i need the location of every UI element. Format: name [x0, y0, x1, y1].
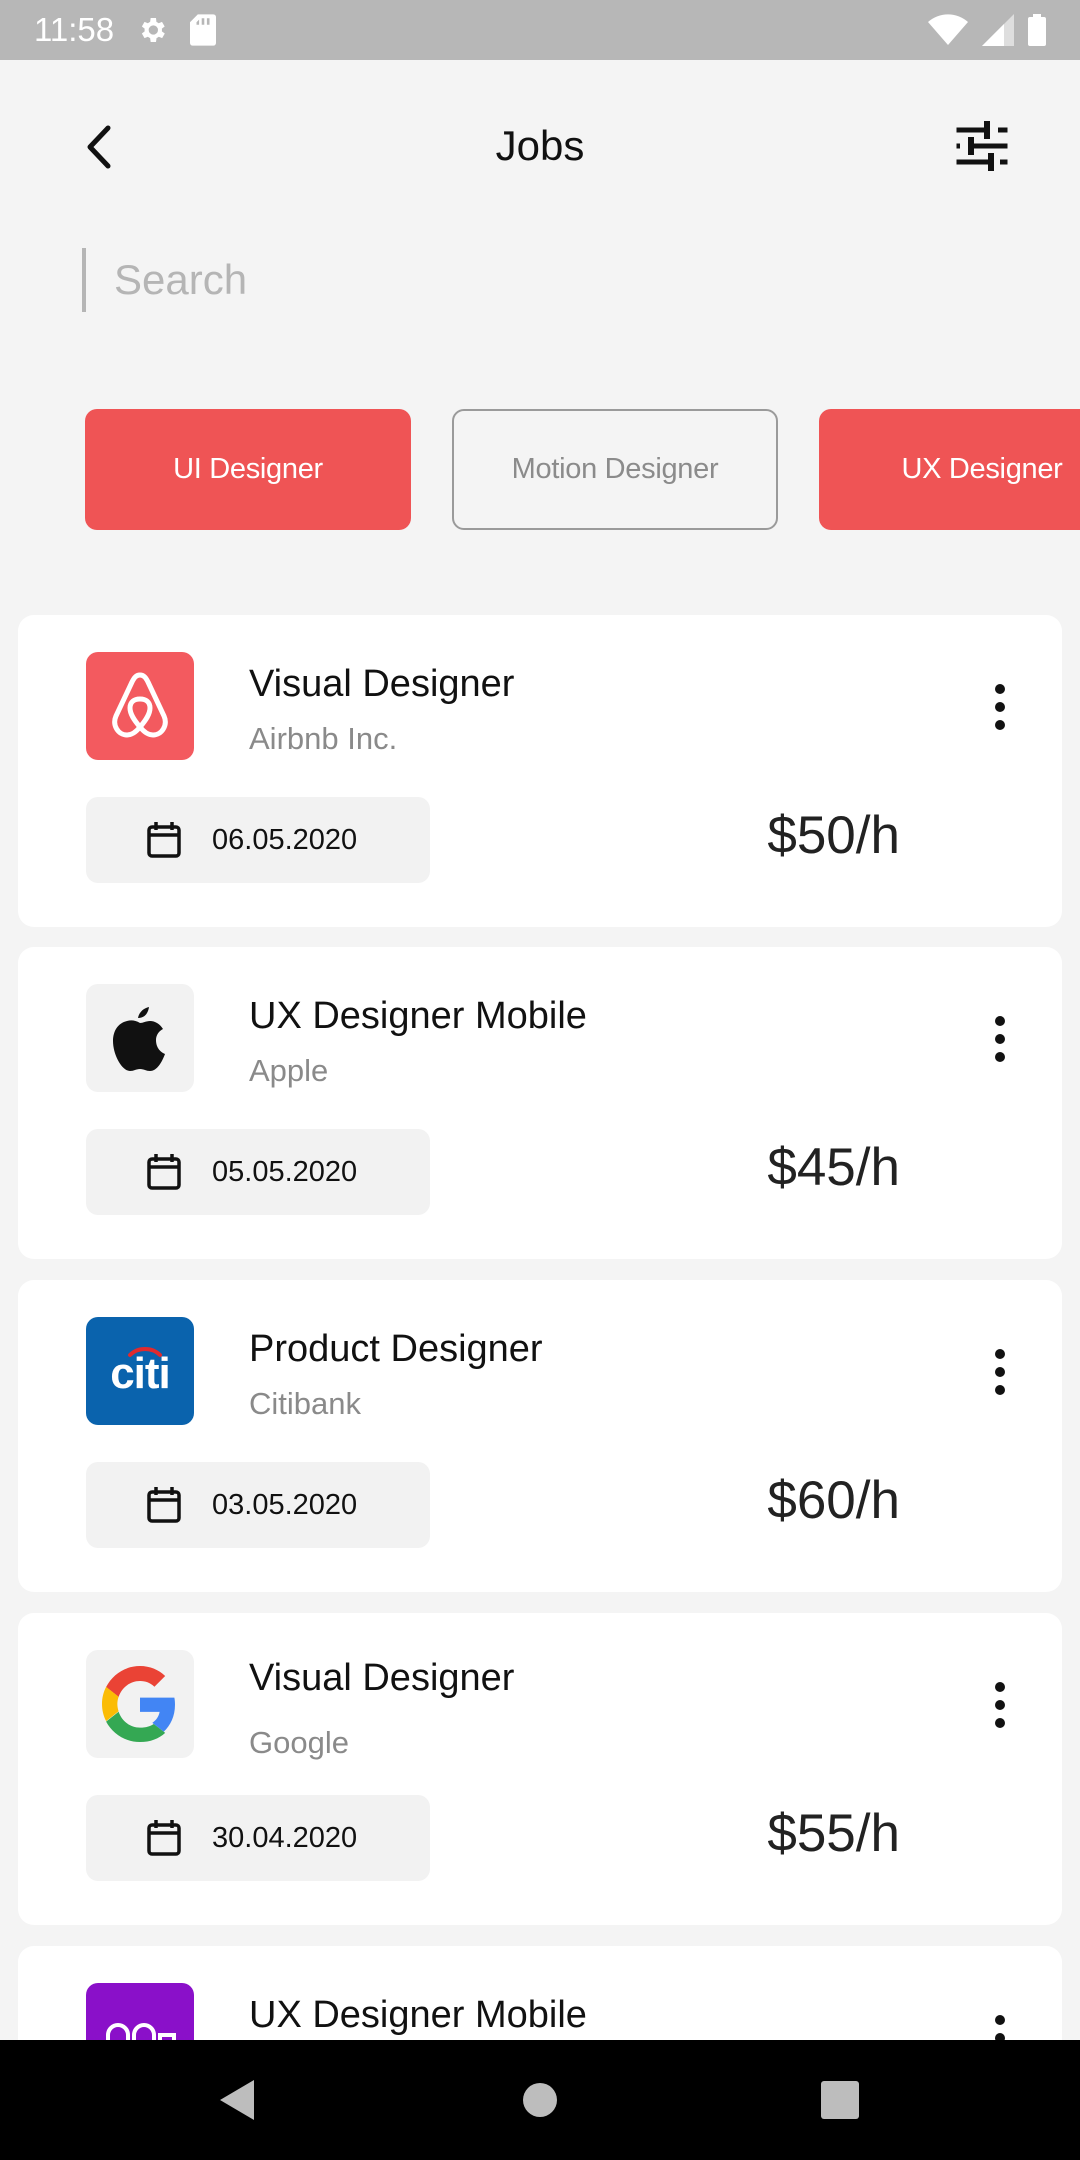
nav-back-button[interactable]: [208, 2070, 268, 2130]
posted-date: 03.05.2020: [212, 1488, 358, 1521]
more-vertical-icon: [995, 1016, 1005, 1062]
hourly-rate: $60/h: [767, 1471, 900, 1530]
job-card[interactable]: UX Designer Mobile Apple 05.05.2020 $45/…: [18, 947, 1062, 1259]
nav-home-button[interactable]: [510, 2070, 570, 2130]
company-name: Airbnb Inc.: [249, 721, 398, 756]
job-card[interactable]: Visual Designer Airbnb Inc. 06.05.2020 $…: [18, 615, 1062, 927]
battery-icon: [1028, 14, 1046, 46]
nav-back-triangle-icon: [220, 2080, 254, 2120]
more-options-button[interactable]: [988, 1346, 1012, 1398]
calendar-icon: [147, 1487, 181, 1523]
google-g-icon: [102, 1666, 175, 1742]
nav-recents-square-icon: [821, 2081, 859, 2119]
calendar-icon: [147, 1154, 181, 1190]
more-options-button[interactable]: [988, 2012, 1012, 2040]
system-nav-bar: [0, 2040, 1080, 2160]
hourly-rate: $55/h: [767, 1804, 900, 1863]
hourly-rate: $50/h: [767, 806, 900, 865]
status-bar: 11:58: [0, 0, 1080, 60]
company-name: Apple: [249, 1053, 329, 1088]
chip-motion-designer[interactable]: Motion Designer: [452, 409, 778, 530]
more-vertical-icon: [995, 2015, 1005, 2040]
job-title: UX Designer Mobile: [249, 995, 587, 1037]
search-bar: [82, 248, 982, 312]
date-box: 06.05.2020: [86, 797, 430, 883]
date-box: 30.04.2020: [86, 1795, 430, 1881]
chip-ux-designer[interactable]: UX Designer: [819, 409, 1080, 530]
search-input[interactable]: [114, 256, 982, 304]
airbnb-logo: [86, 652, 194, 760]
posted-date: 06.05.2020: [212, 823, 358, 856]
more-vertical-icon: [995, 684, 1005, 730]
chip-ui-designer[interactable]: UI Designer: [85, 409, 411, 530]
apple-logo: [86, 984, 194, 1092]
citi-wordmark: citi: [110, 1349, 171, 1398]
job-title: Visual Designer: [249, 663, 515, 705]
status-time: 11:58: [34, 11, 115, 48]
filter-sliders-icon: [956, 121, 1008, 171]
settings-icon: [142, 18, 165, 42]
airbnb-icon: [112, 672, 168, 738]
nav-recents-button[interactable]: [810, 2070, 870, 2130]
job-title: Visual Designer: [249, 1657, 515, 1699]
app-header: Jobs: [0, 60, 1080, 230]
signal-icon: [982, 14, 1014, 46]
google-logo: [86, 1650, 194, 1758]
job-card[interactable]: Visual Designer Google 30.04.2020 $55/h: [18, 1613, 1062, 1925]
sd-card-icon: [190, 14, 217, 46]
date-box: 05.05.2020: [86, 1129, 430, 1215]
job-title: UX Designer Mobile: [249, 1994, 587, 2036]
more-options-button[interactable]: [988, 1679, 1012, 1731]
job-card[interactable]: UX Designer Mobile: [18, 1946, 1062, 2040]
apple-icon: [113, 1007, 165, 1071]
more-options-button[interactable]: [988, 1013, 1012, 1065]
company-name: Citibank: [249, 1386, 361, 1421]
category-chips: UI Designer Motion Designer UX Designer: [0, 409, 1080, 531]
hourly-rate: $45/h: [767, 1138, 900, 1197]
page-title: Jobs: [495, 122, 585, 169]
more-options-button[interactable]: [988, 681, 1012, 733]
job-title: Product Designer: [249, 1328, 543, 1370]
more-vertical-icon: [995, 1349, 1005, 1395]
nav-home-circle-icon: [523, 2083, 557, 2117]
calendar-icon: [147, 1820, 181, 1856]
purple-company-logo: [86, 1983, 194, 2040]
citi-logo: citi: [86, 1317, 194, 1425]
building-icon: [106, 2023, 176, 2040]
posted-date: 30.04.2020: [212, 1821, 358, 1854]
more-vertical-icon: [995, 1682, 1005, 1728]
wifi-icon: [928, 14, 968, 45]
company-name: Google: [249, 1725, 349, 1760]
date-box: 03.05.2020: [86, 1462, 430, 1548]
calendar-icon: [147, 822, 181, 858]
posted-date: 05.05.2020: [212, 1155, 358, 1188]
filter-button[interactable]: [956, 120, 1008, 172]
job-card[interactable]: citi Product Designer Citibank 03.05.202…: [18, 1280, 1062, 1592]
